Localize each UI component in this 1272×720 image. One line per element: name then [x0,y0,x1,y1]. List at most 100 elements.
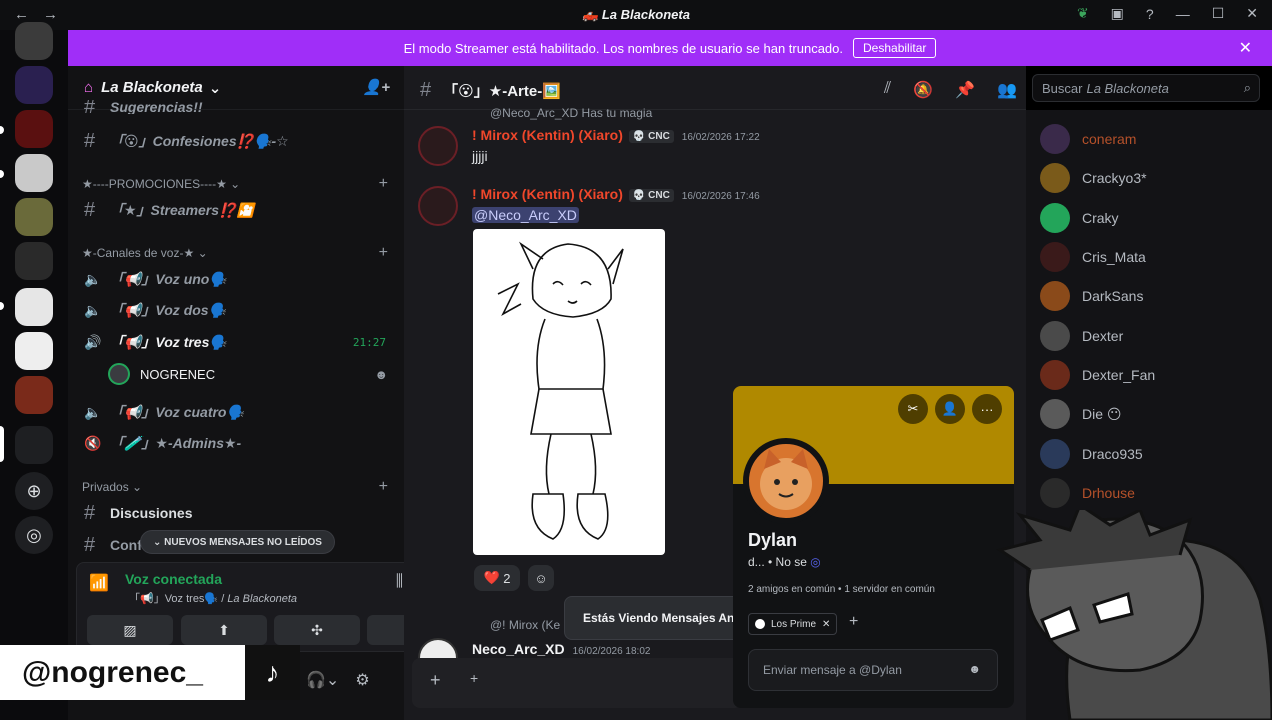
message-author[interactable]: ! Mirox (Kentin) (Xiaro) 💀 CNC 16/02/2026 … [472,186,760,202]
server-rail: ⊕ ◎ [0,22,68,720]
server-icon[interactable] [15,22,53,60]
emoji-icon[interactable]: ☻ [968,662,981,676]
threads-icon: # [84,501,96,524]
activities-button[interactable]: ✣ [274,615,360,645]
search-input[interactable]: Buscar La Blackoneta ⌕ [1032,74,1260,102]
channel-label: 「📢」Voz tres🗣️ [110,334,227,350]
server-icon[interactable] [15,198,53,236]
watermark-handle: @nogrenec_ [0,645,245,700]
channel-item[interactable]: # 「😮」Confesiones⁉️🗣️-☆ [76,126,394,156]
notifications-muted-icon[interactable]: 🔕 [913,80,933,100]
direct-message-input[interactable]: Enviar mensaje a @Dylan ☻ [748,649,998,691]
boost-icon[interactable]: ✂ [898,394,928,424]
more-options-icon[interactable]: ··· [972,394,1002,424]
server-icon[interactable] [15,242,53,280]
member-name: DarkSans [1082,288,1144,304]
invite-icon[interactable]: 👤+ [363,78,390,96]
maximize-button[interactable]: ☐ [1212,5,1225,22]
server-icon[interactable] [15,332,53,370]
message-author[interactable]: ! Mirox (Kentin) (Xiaro) 💀 CNC 16/02/2026 … [472,127,760,143]
member-item[interactable]: Dexter [1040,318,1260,354]
avatar [1040,399,1070,429]
members-icon[interactable]: 👥 [997,80,1017,100]
channel-item[interactable]: # Discusiones [76,498,394,528]
nitro-badge-icon: ◎ [810,555,821,569]
add-channel-icon[interactable]: + [379,244,388,262]
banner-close-icon[interactable]: ✕ [1239,38,1252,58]
member-item[interactable]: coneram [1040,121,1260,157]
voice-channel-item[interactable]: 🔈 「📢」Voz uno🗣️ [76,264,394,294]
channel-item[interactable]: # Sugerencias!! [76,100,394,114]
settings-gear-icon[interactable]: ⚙ [355,670,369,690]
camera-off-button[interactable]: ▨ [87,615,173,645]
channel-item[interactable]: # 「★」Streamers⁉️🎦 [76,195,394,225]
voice-channel-item[interactable]: 🔈 「📢」Voz dos🗣️ [76,295,394,325]
add-channel-icon[interactable]: + [379,175,388,193]
avatar[interactable] [418,126,458,166]
category-promociones[interactable]: ★----PROMOCIONES----★ ⌄ + [82,175,388,193]
server-icon[interactable] [15,154,53,192]
pin-icon[interactable]: 📌 [955,80,975,100]
add-role-icon[interactable]: + [849,613,858,631]
noise-suppression-icon[interactable]: ⫼ [396,573,403,593]
disable-streamer-button[interactable]: Deshabilitar [853,38,937,58]
avatar [1040,124,1070,154]
reply-preview[interactable]: @! Mirox (Ke [490,618,560,632]
avatar[interactable] [418,186,458,226]
server-icon[interactable] [15,66,53,104]
member-item[interactable]: Crackyo3* [1040,160,1260,196]
member-name: Drhouse [1082,485,1135,501]
server-icon[interactable] [15,376,53,414]
apps-plus-icon[interactable]: + [470,670,478,686]
signal-icon[interactable]: 📶 [89,573,115,599]
member-item[interactable]: Cris_Mata [1040,239,1260,275]
avatar [1040,281,1070,311]
server-icon[interactable] [15,288,53,326]
add-server-icon[interactable]: ⊕ [15,472,53,510]
remove-role-icon[interactable]: ✕ [822,619,830,630]
category-privados[interactable]: Privados ⌄ + [82,478,388,496]
nitro-leaf-icon[interactable]: ❦ [1077,5,1089,22]
voice-user[interactable]: NOGRENEC ☻ [108,363,388,385]
hash-icon: # [420,79,432,101]
inbox-icon[interactable]: ▣ [1111,5,1124,22]
help-icon[interactable]: ? [1146,6,1154,22]
member-item[interactable]: Craky [1040,200,1260,236]
message-text: @Neco_Arc_XD [472,207,579,223]
threads-icon[interactable]: ⫽ [884,80,891,100]
heart-reaction[interactable]: ❤️ 2 [474,565,520,591]
add-attachment-icon[interactable]: + [430,670,441,691]
minimize-button[interactable]: — [1176,6,1190,22]
member-item[interactable]: Drhouse [1040,475,1260,511]
screen-share-button[interactable]: ⬆ [181,615,267,645]
active-server-icon[interactable] [15,426,53,464]
profile-name: Dylan [748,530,798,550]
channel-title: 「😮」★-Arte-🖼️ [443,83,561,100]
mutual-info[interactable]: 2 amigos en común • 1 servidor en común [748,584,935,595]
add-channel-icon[interactable]: + [379,478,388,496]
voice-channel-item[interactable]: 🔇 「🧪」★-Admins★- [76,428,394,458]
reply-preview[interactable]: @Neco_Arc_XD Has tu magia [490,106,652,120]
discover-icon[interactable]: ◎ [15,516,53,554]
voice-channel-item-active[interactable]: 🔊 「📢」Voz tres🗣️ 21:27 [76,327,394,357]
member-item[interactable]: Draco935 [1040,436,1260,472]
close-window-button[interactable]: ✕ [1246,5,1258,22]
channel-label: 「📢」Voz dos🗣️ [110,302,227,318]
member-item[interactable]: Dexter_Fan [1040,357,1260,393]
voice-location[interactable]: 「📢」Voz tres🗣️ / La Blackoneta [129,590,297,606]
user-mention[interactable]: @Neco_Arc_XD [472,207,579,223]
role-chip[interactable]: Los Prime ✕ [748,613,838,635]
message-author[interactable]: Neco_Arc_XD 16/02/2026 18:02 [472,641,650,657]
message-composer[interactable]: + + [412,658,742,708]
voice-channel-item[interactable]: 🔈 「📢」Voz cuatro🗣️ [76,397,394,427]
new-messages-pill[interactable]: ⌄ NUEVOS MENSAJES NO LEÍDOS [140,530,335,554]
attached-drawing-image[interactable] [473,229,665,555]
profile-avatar[interactable] [743,438,829,524]
category-voz[interactable]: ★-Canales de voz-★ ⌄ + [82,244,388,262]
headset-icon[interactable]: 🎧⌄ [306,670,339,690]
add-reaction-icon[interactable]: ☺ [528,565,554,591]
member-item[interactable]: Die 😶 [1040,396,1260,432]
add-friend-icon[interactable]: 👤 [935,394,965,424]
server-icon[interactable] [15,110,53,148]
member-item[interactable]: DarkSans [1040,278,1260,314]
